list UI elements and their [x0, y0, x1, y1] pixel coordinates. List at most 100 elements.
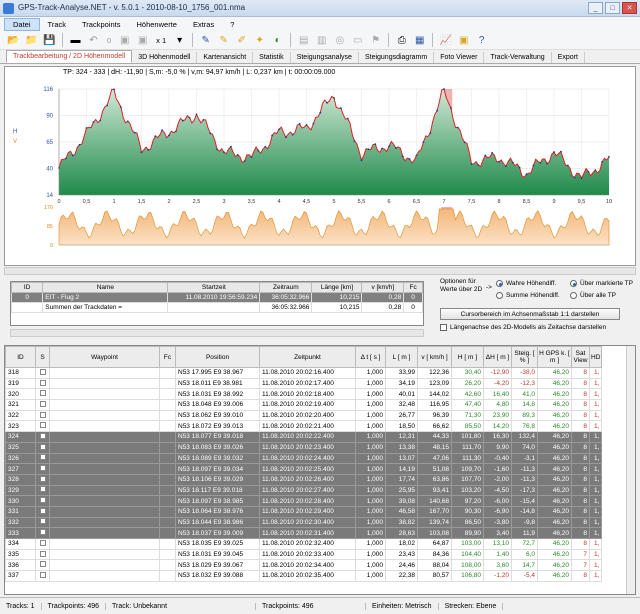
lock-icon[interactable]: ▣: [117, 33, 132, 48]
chart-horizontal-scrollbar[interactable]: [4, 267, 636, 275]
cell-s[interactable]: [35, 516, 50, 529]
col-v[interactable]: v [ km/h ]: [417, 346, 452, 368]
col-dt[interactable]: Δ t [ s ]: [355, 346, 386, 368]
table-row[interactable]: 325 N53 18.083 E9 39.026 11.08.2010 20:02:…: [5, 441, 603, 454]
col-sat[interactable]: Sat View: [571, 346, 590, 368]
table-row[interactable]: 320 N53 18.031 E9 38.992 11.08.2010 20:02:…: [5, 388, 603, 401]
table-row[interactable]: 327 N53 18.097 E9 39.034 11.08.2010 20:02:…: [5, 463, 603, 475]
table-row[interactable]: 330 N53 18.097 E9 38.985 11.08.2010 20:02:…: [5, 495, 603, 507]
checkbox-icon[interactable]: [39, 422, 46, 429]
screen-icon[interactable]: ▭: [350, 33, 365, 48]
checkbox-icon[interactable]: [39, 529, 46, 536]
open-file-icon[interactable]: 📁: [24, 33, 39, 48]
menu-hoehenwerte[interactable]: Höhenwerte: [129, 19, 185, 30]
table-row[interactable]: 332 N53 18.044 E9 38.986 11.08.2010 20:02:…: [5, 516, 603, 529]
menu-trackpoints[interactable]: Trackpoints: [74, 19, 129, 30]
table-row[interactable]: 318 N53 17.995 E9 38.967 11.08.2010 20:02:…: [5, 367, 603, 379]
radio-ueber-alle-tp[interactable]: Über alle TP: [570, 292, 616, 299]
table-row[interactable]: 319 N53 18.011 E9 38.981 11.08.2010 20:02:…: [5, 377, 603, 390]
table-row[interactable]: 328 N53 18.106 E9 39.029 11.08.2010 20:02:…: [5, 473, 603, 486]
radio-summe-hoehendiff[interactable]: Summe Höhendiff.: [496, 292, 560, 299]
tab-foto-viewer[interactable]: Foto Viewer: [434, 52, 485, 63]
table-row[interactable]: 336 N53 18.029 E9 39.067 11.08.2010 20:02:…: [5, 559, 603, 572]
checkbox-icon[interactable]: [39, 571, 46, 578]
menu-help[interactable]: ?: [222, 19, 242, 30]
checkbox-icon[interactable]: [39, 465, 46, 472]
col-waypoint[interactable]: Waypoint: [49, 346, 160, 368]
checkbox-icon[interactable]: [39, 518, 46, 525]
new-file-icon[interactable]: 📂: [6, 33, 21, 48]
menu-extras[interactable]: Extras: [185, 19, 222, 30]
cell-s[interactable]: [35, 538, 50, 550]
cell-s[interactable]: [35, 409, 50, 422]
cell-s[interactable]: [35, 473, 50, 486]
table-row[interactable]: 335 N53 18.031 E9 39.045 11.08.2010 20:02:…: [5, 548, 603, 561]
checkbox-icon[interactable]: [39, 400, 46, 407]
tab-trackbearbeitung[interactable]: Trackbearbeitung / 2D Höhenmodell: [6, 50, 133, 63]
checkbox-icon[interactable]: [39, 368, 46, 375]
radio-wahre-hoehendiff[interactable]: Wahre Höhendiff.: [496, 280, 556, 287]
checkbox-icon[interactable]: [39, 497, 46, 504]
help-icon[interactable]: ?: [474, 33, 489, 48]
checkbox-icon[interactable]: [39, 486, 46, 493]
tab-track-verwaltung[interactable]: Track-Verwaltung: [484, 52, 552, 63]
col-fc[interactable]: Fc: [159, 346, 176, 368]
tab-3d-hoehenmodell[interactable]: 3D Höhenmodell: [132, 52, 198, 63]
checkbox-icon[interactable]: [39, 561, 46, 568]
cell-s[interactable]: [35, 452, 50, 465]
tab-steigungsanalyse[interactable]: Steigungsanalyse: [291, 52, 359, 63]
col-h[interactable]: H [ m ]: [451, 346, 484, 368]
col-zeitpunkt[interactable]: Zeitpunkt: [259, 346, 356, 368]
flag-icon[interactable]: ⚑: [368, 33, 383, 48]
table-row[interactable]: 337 N53 18.032 E9 39.088 11.08.2010 20:02:…: [5, 570, 603, 582]
cell-s[interactable]: [35, 559, 50, 572]
menu-track[interactable]: Track: [40, 19, 74, 30]
cell-s[interactable]: [35, 505, 50, 518]
cell-s[interactable]: [35, 548, 50, 561]
tab-steigungsdiagramm[interactable]: Steigungsdiagramm: [359, 52, 435, 63]
cursor-scale-button[interactable]: Cursorbereich im Achsenmaßstab 1:1 darst…: [440, 308, 620, 320]
zoom-select[interactable]: x 1: [153, 36, 169, 45]
table-row[interactable]: 326 N53 18.089 E9 39.032 11.08.2010 20:02:…: [5, 452, 603, 465]
col-id[interactable]: ID: [10, 282, 44, 293]
print-icon[interactable]: ⎙: [394, 33, 409, 48]
col-zeitraum[interactable]: Zeitraum: [259, 282, 313, 293]
split-icon[interactable]: ▤: [296, 33, 311, 48]
tab-statistik[interactable]: Statistik: [253, 52, 291, 63]
table-vertical-scrollbar[interactable]: [626, 346, 635, 594]
edit-icon[interactable]: ✎: [198, 33, 213, 48]
col-laenge[interactable]: Länge [km]: [311, 282, 363, 293]
cell-s[interactable]: [35, 367, 50, 379]
cell-s[interactable]: [35, 399, 50, 411]
checkbox-icon[interactable]: [39, 507, 46, 514]
checkbox-icon[interactable]: [39, 454, 46, 461]
cell-s[interactable]: [35, 527, 50, 539]
checkbox-icon[interactable]: [39, 443, 46, 450]
save-icon[interactable]: 💾: [42, 33, 57, 48]
table-row[interactable]: 323 N53 18.072 E9 39.013 11.08.2010 20:02:…: [5, 420, 603, 433]
time-axis-checkbox[interactable]: Längenachse des 2D-Modells als Zeitachse…: [440, 324, 606, 331]
col-name[interactable]: Name: [42, 282, 169, 293]
cell-s[interactable]: [35, 420, 50, 433]
minimize-button[interactable]: _: [588, 2, 603, 14]
checkbox-icon[interactable]: [39, 390, 46, 397]
cell-s[interactable]: [35, 495, 50, 507]
elevation-chart-svg[interactable]: 116906540140 0,5 1 1,5 2 2,5 3 3,5 4 4,5 5 5,5 6 6,5 7…: [5, 67, 637, 267]
checkbox-icon[interactable]: [39, 432, 46, 439]
track-row[interactable]: 0 EIT - Flug 2 11.08.2010 19:56:59.234 3…: [10, 292, 423, 303]
gps-device-icon[interactable]: ▬: [68, 33, 83, 48]
col-position[interactable]: Position: [175, 346, 260, 368]
route-icon[interactable]: ▣: [135, 33, 150, 48]
col-startzeit[interactable]: Startzeit: [167, 282, 261, 293]
col-steig[interactable]: Steig. [ % ]: [511, 346, 538, 368]
tab-export[interactable]: Export: [552, 52, 585, 63]
chart-icon[interactable]: 📈: [438, 33, 453, 48]
join-icon[interactable]: ▥: [314, 33, 329, 48]
summary-scrollbar[interactable]: [10, 329, 424, 337]
col-hd[interactable]: HD: [588, 346, 603, 368]
checkbox-icon[interactable]: [39, 411, 46, 418]
undo-icon[interactable]: ↶: [86, 33, 101, 48]
table-row[interactable]: 331 N53 18.064 E9 38.976 11.08.2010 20:02:…: [5, 505, 603, 518]
cell-s[interactable]: [35, 484, 50, 497]
col-l[interactable]: L [ m ]: [385, 346, 418, 368]
